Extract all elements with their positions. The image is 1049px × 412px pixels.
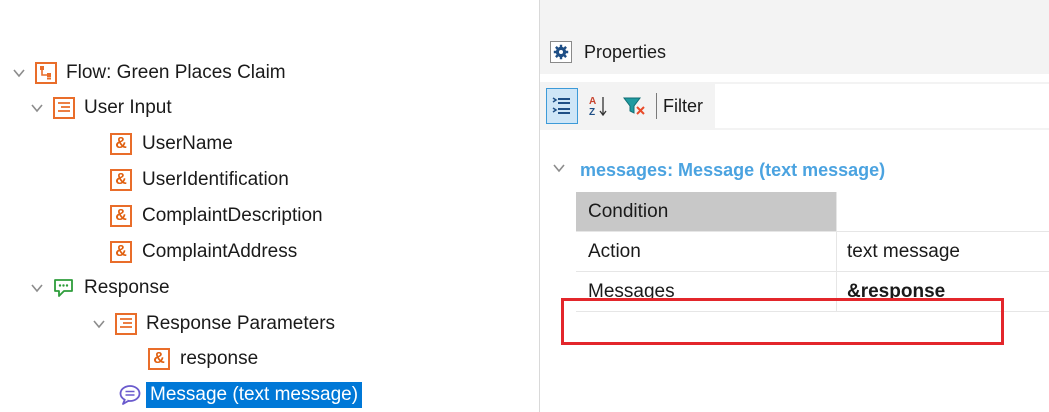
svg-text:A: A — [589, 96, 596, 107]
filter-toggle-button[interactable] — [618, 88, 650, 124]
toolbar-separator — [656, 93, 657, 119]
chevron-down-icon[interactable] — [552, 161, 566, 180]
alphabetical-sort-button[interactable]: A Z — [582, 88, 614, 124]
variable-icon: & — [110, 241, 132, 263]
tree-item-var-username[interactable]: & UserName — [110, 128, 233, 160]
svg-text:Z: Z — [589, 107, 595, 118]
chevron-down-icon[interactable] — [30, 281, 44, 295]
tree-label-var: ComplaintAddress — [142, 241, 298, 262]
tree-item-flow[interactable]: Flow: Green Places Claim — [12, 57, 286, 89]
panel-title: Properties — [584, 41, 667, 62]
tree-label-response: Response — [84, 277, 170, 298]
tree-item-var-complaintdescription[interactable]: & ComplaintDescription — [110, 200, 323, 232]
variable-icon: & — [110, 169, 132, 191]
tree-label-var: response — [180, 348, 259, 369]
variable-icon: & — [110, 205, 132, 227]
filter-label: Filter — [663, 95, 703, 116]
properties-toolbar: A Z Filter — [540, 82, 1049, 130]
tree-item-message[interactable]: Message (text message) — [118, 379, 363, 411]
chevron-down-icon[interactable] — [12, 66, 26, 80]
flow-tree: Flow: Green Places Claim User Input & Us… — [0, 0, 540, 412]
chevron-down-icon[interactable] — [30, 101, 44, 115]
property-name: Messages — [576, 272, 836, 312]
tree-label-user-input: User Input — [84, 97, 172, 118]
filter-icon — [623, 97, 645, 115]
panel-top-strip — [540, 0, 1049, 30]
property-group-title: messages: Message (text message) — [580, 159, 886, 180]
variable-icon: & — [148, 348, 170, 370]
parameters-icon — [114, 312, 138, 336]
filter-input[interactable] — [715, 84, 1049, 128]
tree-label-var: UserName — [142, 133, 233, 154]
chevron-down-icon[interactable] — [92, 317, 106, 331]
tree-item-var-complaintaddress[interactable]: & ComplaintAddress — [110, 236, 297, 268]
tree-label-message: Message (text message) — [146, 382, 363, 408]
property-row-action[interactable]: Action text message — [576, 232, 1049, 272]
variable-icon: & — [110, 133, 132, 155]
tree-item-response[interactable]: Response — [30, 272, 170, 304]
property-grid: Condition Action text message Messages &… — [576, 192, 1049, 312]
properties-panel: Properties A Z Filter messages: Message … — [539, 0, 1049, 412]
properties-header: Properties — [540, 30, 1049, 74]
property-row-messages[interactable]: Messages &response — [576, 272, 1049, 312]
tree-item-response-parameters[interactable]: Response Parameters — [92, 308, 335, 340]
response-icon — [52, 276, 76, 300]
sort-az-icon: A Z — [589, 96, 607, 118]
property-row-condition[interactable]: Condition — [576, 192, 1049, 232]
property-value[interactable]: text message — [836, 232, 1049, 272]
tree-item-user-input[interactable]: User Input — [30, 92, 172, 124]
property-name: Condition — [576, 192, 836, 232]
property-name: Action — [576, 232, 836, 272]
property-value[interactable]: &response — [836, 272, 1049, 312]
tree-item-var-useridentification[interactable]: & UserIdentification — [110, 164, 289, 196]
tree-label-flow: Flow: Green Places Claim — [66, 62, 286, 83]
tree-item-var-response[interactable]: & response — [148, 343, 258, 375]
tree-label-var: ComplaintDescription — [142, 205, 323, 226]
message-icon — [118, 383, 142, 407]
property-value[interactable] — [836, 192, 1049, 232]
tree-label-response-parameters: Response Parameters — [146, 313, 336, 334]
flow-icon — [34, 61, 58, 85]
property-group-header[interactable]: messages: Message (text message) — [552, 152, 885, 188]
categorized-icon — [552, 97, 570, 114]
parameters-icon — [52, 96, 76, 120]
gear-icon — [550, 41, 572, 63]
categorized-view-button[interactable] — [546, 88, 578, 124]
tree-label-var: UserIdentification — [142, 169, 289, 190]
